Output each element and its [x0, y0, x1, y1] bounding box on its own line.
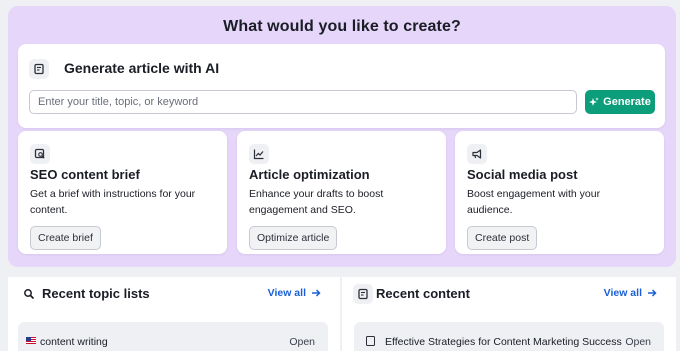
generate-button-label: Generate [603, 96, 651, 108]
social-media-post-title: Social media post [467, 167, 578, 182]
optimize-article-button[interactable]: Optimize article [249, 226, 338, 250]
article-optimization-description: Enhance your drafts to boost engagement … [249, 188, 384, 216]
content-title: Effective Strategies for Content Marketi… [385, 336, 622, 348]
open-link[interactable]: Open [625, 336, 651, 348]
view-all-label: View all [267, 287, 306, 299]
recent-content-panel: Recent content View all Effective Strate… [342, 277, 676, 351]
search-icon [19, 284, 39, 304]
document-icon [366, 336, 375, 346]
view-all-topics-link[interactable]: View all [268, 287, 321, 299]
create-post-button[interactable]: Create post [467, 226, 538, 250]
social-media-post-card: Social media post Boost engagement with … [455, 131, 664, 254]
hero-title: What would you like to create? [223, 18, 461, 35]
topic-keyword-input[interactable] [29, 90, 577, 114]
sparkle-icon [589, 97, 599, 107]
view-all-label: View all [603, 287, 642, 299]
article-optimization-title: Article optimization [249, 167, 370, 182]
generate-article-title: Generate article with AI [64, 60, 220, 76]
megaphone-icon [467, 144, 487, 164]
seo-brief-title: SEO content brief [30, 167, 140, 182]
list-item[interactable]: content writing Open [18, 322, 328, 351]
generate-button[interactable]: Generate [585, 90, 655, 114]
seo-content-brief-card: SEO content brief Get a brief with instr… [18, 131, 227, 254]
arrow-right-icon [311, 288, 321, 298]
create-brief-button[interactable]: Create brief [30, 226, 101, 250]
doc-search-icon [30, 144, 50, 164]
view-all-content-link[interactable]: View all [604, 287, 657, 299]
document-icon [353, 284, 373, 304]
recent-topic-lists-title: Recent topic lists [42, 286, 150, 301]
topic-list-name: content writing [40, 336, 108, 348]
recent-topic-lists-panel: Recent topic lists View all content writ… [8, 277, 340, 351]
recent-content-title: Recent content [376, 286, 470, 301]
social-media-post-description: Boost engagement with your audience. [467, 188, 601, 216]
article-icon [29, 59, 49, 79]
open-link[interactable]: Open [289, 336, 315, 348]
seo-brief-description: Get a brief with instructions for your c… [30, 188, 196, 216]
us-flag-icon [26, 337, 36, 344]
arrow-right-icon [647, 288, 657, 298]
create-hero: What would you like to create? Generate … [8, 6, 676, 267]
list-item[interactable]: Effective Strategies for Content Marketi… [354, 322, 664, 351]
chart-line-icon [249, 144, 269, 164]
article-optimization-card: Article optimization Enhance your drafts… [237, 131, 446, 254]
generate-article-card: Generate article with AI Generate [18, 44, 665, 128]
